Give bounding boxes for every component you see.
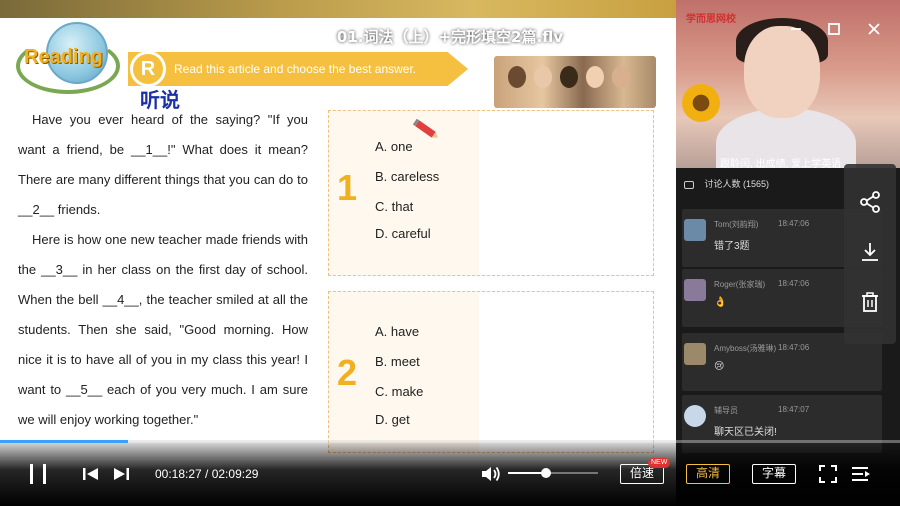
volume-icon[interactable] xyxy=(480,464,502,489)
fullscreen-icon[interactable] xyxy=(818,464,838,489)
next-icon[interactable] xyxy=(112,466,130,487)
volume-knob[interactable] xyxy=(540,468,551,478)
pause-icon[interactable] xyxy=(28,462,50,491)
lesson-slide: Reading R Read this article and choose t… xyxy=(0,0,676,506)
avatar xyxy=(684,343,706,365)
question-1-box: 1 A. one B. careless C. that D. careful xyxy=(328,110,654,276)
article-text: Have you ever heard of the saying? "If y… xyxy=(18,105,308,435)
chat-time: 18:47:06 xyxy=(778,343,810,352)
playlist-icon[interactable] xyxy=(850,464,872,489)
option-b[interactable]: B. careless xyxy=(375,169,439,184)
chat-participant-count: 讨论人数 (1565) xyxy=(704,179,770,189)
option-b[interactable]: B. meet xyxy=(375,354,420,369)
option-d[interactable]: D. get xyxy=(375,412,410,427)
side-action-bar xyxy=(844,164,896,344)
photo-face xyxy=(508,66,526,88)
chat-text: 错了3题 xyxy=(714,241,750,252)
player-controls: 00:18:27 / 02:09:29 倍速 NEW 高清 字幕 xyxy=(0,440,900,506)
chat-text: 😢 xyxy=(714,361,725,372)
chat-username: Amyboss(汤雅琳) xyxy=(714,344,777,353)
pencil-icon xyxy=(412,118,438,138)
webcam-caption: 跟聆闰, 出成绩, 爱上学英语 xyxy=(720,159,842,168)
question-1-panel xyxy=(479,111,653,275)
new-badge: NEW xyxy=(648,458,671,468)
photo-face xyxy=(560,66,578,88)
delete-icon[interactable] xyxy=(858,290,882,314)
chat-time: 18:47:06 xyxy=(778,279,810,288)
chat-time: 18:47:06 xyxy=(778,219,810,228)
avatar xyxy=(684,279,706,301)
photo-face xyxy=(586,66,604,88)
avatar xyxy=(684,405,706,427)
progress-fill xyxy=(0,440,128,443)
chat-text: 聊天区已关闭! xyxy=(714,427,777,438)
chat-username: Roger(张家瑞) xyxy=(714,280,766,289)
video-title: 01.词法（上）+完形填空2篇.flv xyxy=(336,28,564,46)
option-c[interactable]: C. that xyxy=(375,199,413,214)
question-number: 2 xyxy=(337,352,358,393)
avatar xyxy=(684,219,706,241)
handwriting-note: 听说 xyxy=(140,88,180,112)
previous-icon[interactable] xyxy=(82,466,100,487)
photo-face xyxy=(534,66,552,88)
time-display: 00:18:27 / 02:09:29 xyxy=(155,467,259,481)
photo-face xyxy=(612,66,630,88)
download-icon[interactable] xyxy=(858,240,882,264)
option-a[interactable]: A. one xyxy=(375,139,413,154)
article-paragraph-2: Here is how one new teacher made friends… xyxy=(18,232,308,427)
option-a[interactable]: A. have xyxy=(375,324,419,339)
volume-slider[interactable] xyxy=(508,468,598,478)
article-paragraph-1: Have you ever heard of the saying? "If y… xyxy=(18,112,308,217)
students-photo xyxy=(494,56,656,108)
option-c[interactable]: C. make xyxy=(375,384,423,399)
chat-icon xyxy=(684,180,694,189)
webcam-brand-text: 学而思网校 xyxy=(686,14,736,25)
progress-bar[interactable] xyxy=(0,440,900,443)
question-number: 1 xyxy=(337,167,358,208)
option-d[interactable]: D. careful xyxy=(375,226,431,241)
chat-username: 辅导员 xyxy=(714,406,738,415)
question-2-box: 2 A. have B. meet C. make D. get xyxy=(328,291,654,453)
slide-top-bar xyxy=(0,0,676,18)
question-2-panel xyxy=(479,292,653,452)
subtitle-button[interactable]: 字幕 xyxy=(752,464,796,484)
chat-username: Tom(刘韵翔) xyxy=(714,220,759,229)
flower-decoration xyxy=(682,84,720,122)
chat-text: 👌 xyxy=(714,297,727,308)
reading-logo-text: Reading xyxy=(24,46,103,68)
chat-time: 18:47:07 xyxy=(778,405,810,414)
share-icon[interactable] xyxy=(858,190,882,214)
instruction-text: Read this article and choose the best an… xyxy=(174,62,417,76)
quality-button[interactable]: 高清 xyxy=(686,464,730,484)
instruction-badge: R xyxy=(130,51,166,87)
